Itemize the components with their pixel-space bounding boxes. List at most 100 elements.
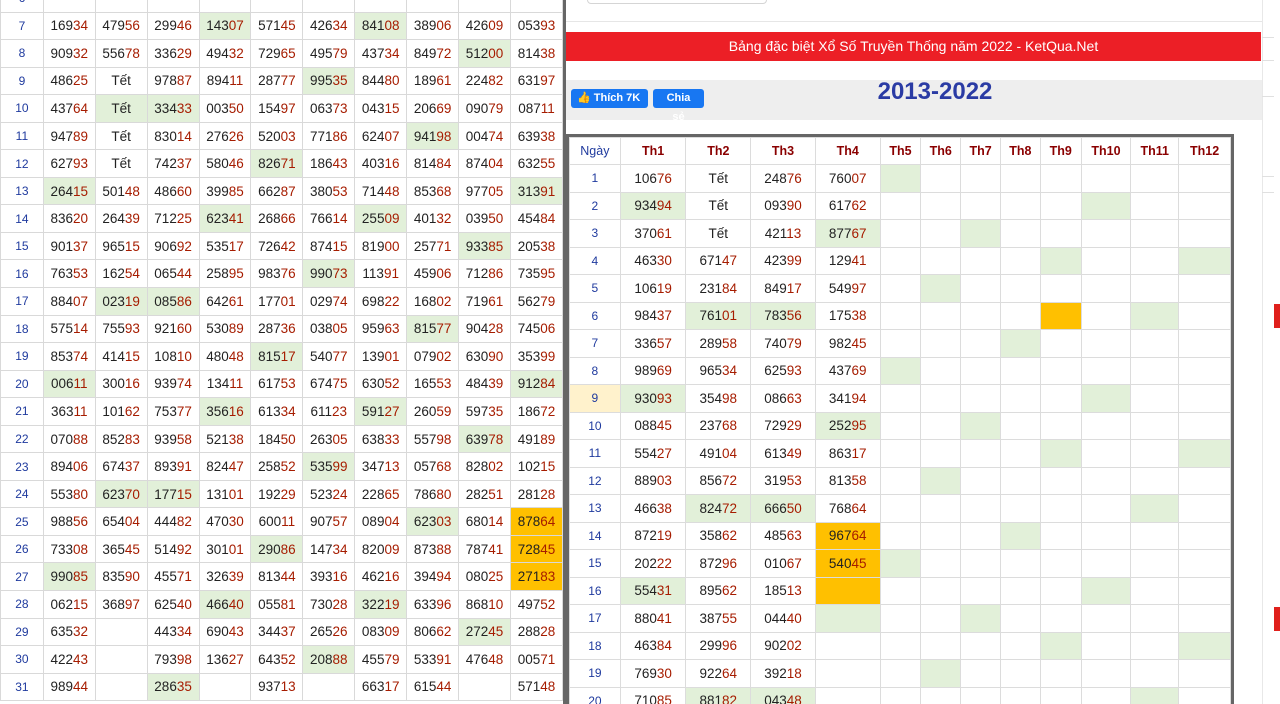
result-cell: 23184 [685, 274, 752, 303]
result-cell: 40316 [354, 149, 408, 178]
result-cell: 08904 [354, 507, 408, 536]
result-cell: 96534 [685, 356, 752, 385]
table-row: 20 00611 30016 93974 13411 61753 67475 63052 165… [0, 369, 563, 399]
result-cell: 28128 [509, 479, 563, 509]
result-cell: 82009 [354, 534, 408, 564]
table-row: 8 98969 96534 62593 43769 [569, 356, 1231, 385]
divider [566, 21, 1262, 22]
result-cell: 22865 [354, 479, 408, 509]
result-cell [999, 631, 1041, 660]
result-cell: 64352 [250, 645, 304, 674]
result-cell [1178, 164, 1231, 193]
result-cell [960, 219, 1001, 248]
result-cell: 33657 [619, 329, 687, 358]
result-cell: 42243 [42, 645, 96, 674]
column-header: Th1 [619, 137, 687, 165]
result-cell [1080, 576, 1132, 605]
result-cell [198, 672, 252, 702]
divider [1262, 192, 1274, 193]
result-cell [1130, 329, 1180, 358]
result-cell: 28635 [146, 672, 200, 702]
result-cell: 08309 [354, 617, 408, 647]
result-cell: Tết [94, 94, 148, 123]
result-cell: 18643 [302, 149, 356, 178]
result-cell [960, 301, 1001, 330]
result-cell [1130, 274, 1180, 303]
result-cell: 38755 [685, 604, 752, 633]
left-results-table: 6716934479562994614307571454263484108389… [0, 0, 566, 704]
result-cell [1080, 164, 1132, 193]
result-cell [999, 191, 1041, 220]
day-cell: 2 [569, 191, 621, 220]
table-row: 3 37061 Tết 42113 87767 [569, 219, 1231, 248]
result-cell: 90932 [42, 39, 96, 68]
result-cell [1178, 329, 1231, 358]
result-cell: 81438 [509, 39, 563, 68]
result-cell: 93958 [146, 424, 200, 454]
result-cell: 54077 [302, 342, 356, 371]
result-cell: 08845 [619, 411, 687, 440]
result-cell [1130, 466, 1180, 495]
result-cell: 54045 [814, 549, 881, 578]
day-cell: 23 [0, 452, 44, 481]
result-cell: 63833 [354, 424, 408, 454]
result-cell: 86810 [458, 590, 511, 619]
result-cell: 44334 [146, 617, 200, 647]
search-box[interactable] [587, 0, 767, 4]
result-cell: 78680 [406, 479, 460, 509]
result-cell [1039, 439, 1082, 468]
result-cell [1130, 549, 1180, 578]
result-cell: 31391 [509, 176, 563, 206]
column-header: Th6 [920, 137, 962, 165]
result-cell: 39316 [302, 562, 356, 592]
result-cell: 67147 [685, 246, 752, 275]
result-cell [1130, 576, 1180, 605]
result-cell: 23768 [685, 411, 752, 440]
day-cell: 7 [0, 11, 44, 41]
result-cell [879, 246, 922, 275]
result-cell [879, 686, 922, 704]
result-cell: 55678 [94, 39, 148, 68]
result-cell: 90137 [42, 231, 96, 261]
result-cell: 10810 [146, 342, 200, 371]
day-cell: 21 [0, 397, 44, 426]
result-cell: 27183 [509, 562, 563, 592]
result-cell [879, 164, 922, 193]
day-cell: 5 [569, 274, 621, 303]
result-cell: 60011 [250, 507, 304, 536]
result-cell: 62407 [354, 121, 408, 151]
result-cell: 90428 [458, 314, 511, 344]
result-cell: 76101 [685, 301, 752, 330]
result-cell: 76864 [814, 494, 881, 523]
result-cell: 25295 [814, 411, 881, 440]
day-cell: 7 [569, 329, 621, 358]
result-cell: 99073 [302, 259, 356, 289]
result-cell: 88041 [619, 604, 687, 633]
result-cell [1039, 329, 1082, 358]
result-cell: Tết [94, 66, 148, 96]
result-cell [1178, 686, 1231, 704]
result-cell: 10619 [619, 274, 687, 303]
result-cell: 33433 [146, 94, 200, 123]
result-cell: 16553 [406, 369, 460, 399]
day-cell: 27 [0, 562, 44, 592]
result-cell: 49432 [198, 39, 252, 68]
result-cell: 69043 [198, 617, 252, 647]
result-cell [198, 0, 252, 13]
result-cell [302, 672, 356, 702]
result-cell [999, 301, 1041, 330]
result-cell: 46330 [619, 246, 687, 275]
table-row: 9 48625 Tết 97887 89411 28777 99535 84480 18961 2… [0, 66, 563, 96]
result-cell: 59127 [354, 397, 408, 426]
table-row: 2 93494 Tết 09390 61762 [569, 191, 1231, 220]
result-cell: 45484 [509, 204, 563, 233]
result-cell [1178, 466, 1231, 495]
day-cell: 6 [0, 0, 44, 13]
result-cell [920, 246, 962, 275]
result-cell: 28777 [250, 66, 304, 96]
result-cell: 99535 [302, 66, 356, 96]
table-row: 24 55380 62370 17715 13101 19229 52324 22865 786… [0, 479, 563, 509]
page-scrollbar[interactable] [1262, 0, 1280, 704]
year-range-link[interactable]: 2013-2022 [566, 78, 1262, 106]
result-cell [999, 329, 1041, 358]
